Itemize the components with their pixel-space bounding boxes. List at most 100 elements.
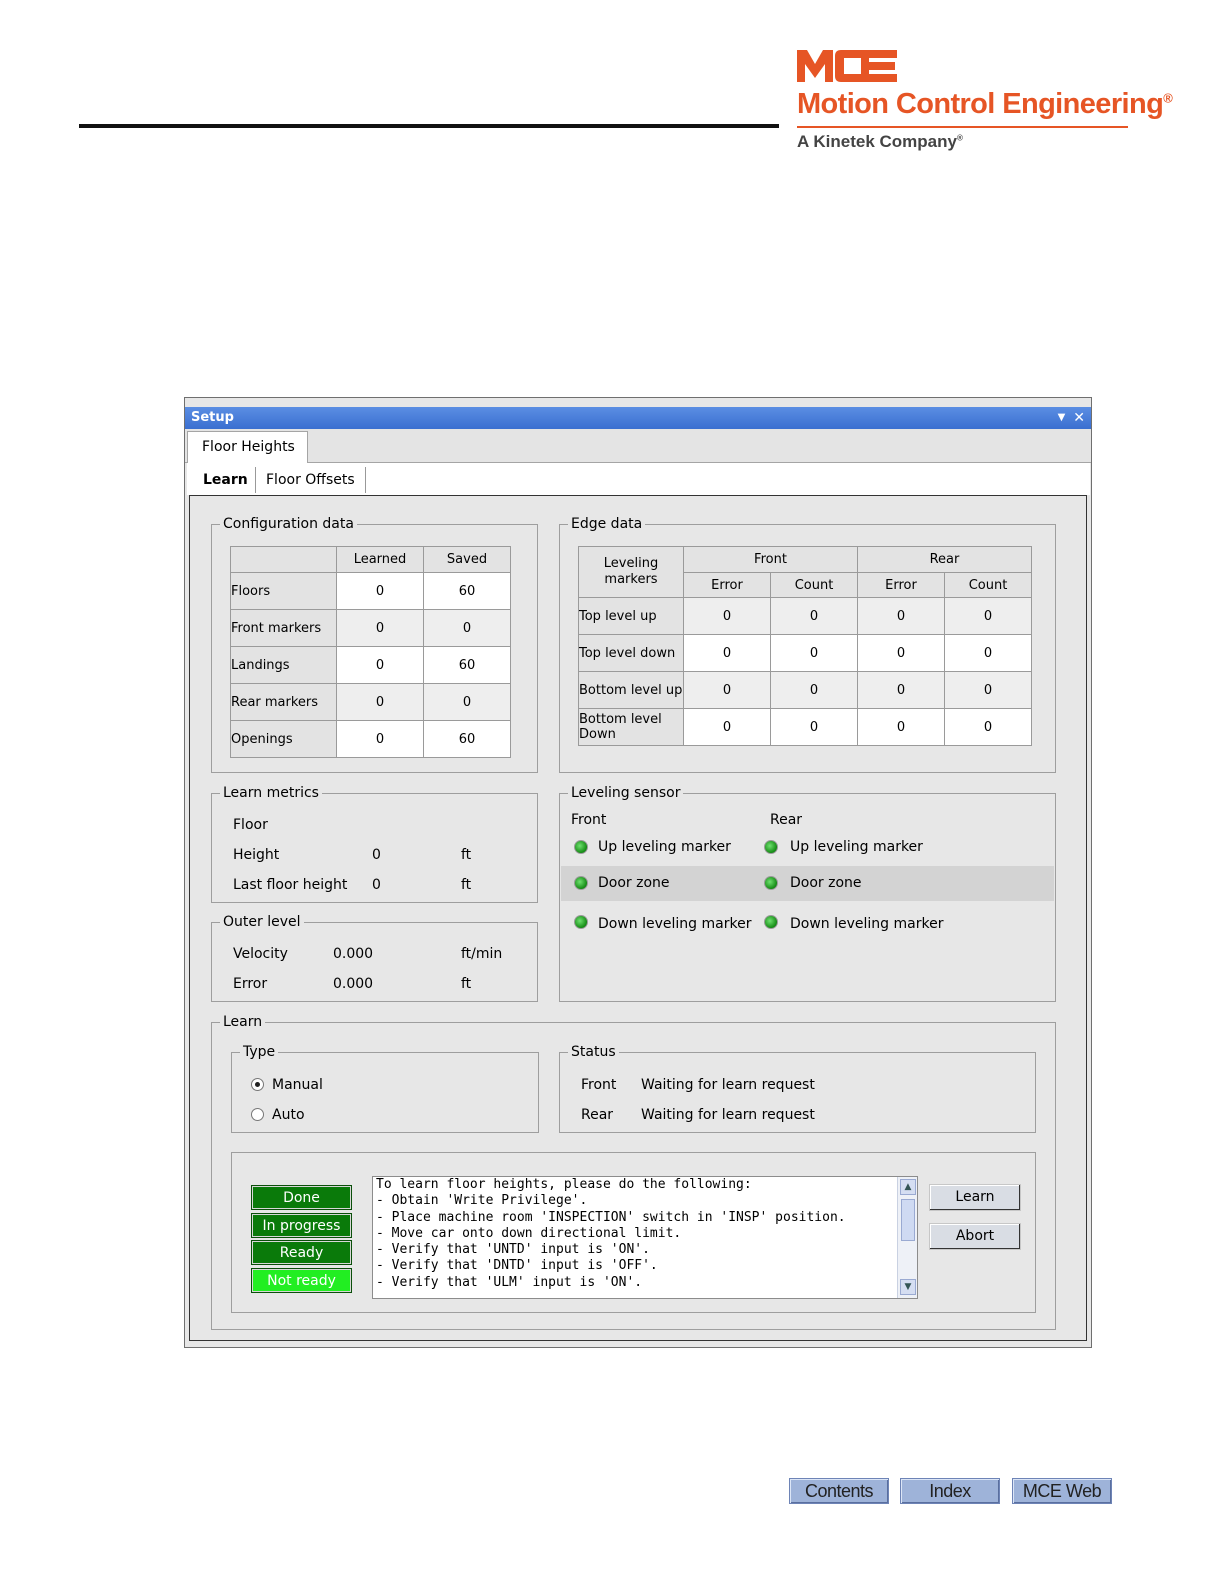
tab-learn[interactable]: Learn bbox=[193, 467, 256, 493]
edge-table: Leveling markers Front Rear Error Count … bbox=[578, 546, 1032, 746]
edge-cell: 0 bbox=[857, 597, 945, 635]
learn-metrics-title: Learn metrics bbox=[220, 784, 322, 802]
auto-label: Auto bbox=[272, 1107, 305, 1123]
front-door-zone-led-icon bbox=[574, 876, 588, 890]
outer-error-value: 0.000 bbox=[333, 976, 374, 992]
status-rear-value: Waiting for learn request bbox=[641, 1107, 815, 1123]
index-button[interactable]: Index bbox=[900, 1478, 1000, 1504]
status-group: Status Front Waiting for learn request R… bbox=[559, 1043, 1036, 1133]
edge-cell: 0 bbox=[770, 597, 858, 635]
status-title: Status bbox=[568, 1043, 619, 1061]
config-row-label: Floors bbox=[230, 572, 337, 610]
status-rear-label: Rear bbox=[581, 1107, 614, 1123]
edge-row-label: Bottom level Down bbox=[578, 708, 684, 746]
edge-cell: 0 bbox=[857, 708, 945, 746]
edge-cell: 0 bbox=[857, 634, 945, 672]
instruction-line: - Verify that 'DNTD' input is 'OFF'. bbox=[376, 1258, 658, 1274]
rear-door-zone-label: Door zone bbox=[790, 875, 862, 891]
edge-cell: 0 bbox=[683, 597, 771, 635]
mce-web-button[interactable]: MCE Web bbox=[1012, 1478, 1112, 1504]
instruction-line: - Obtain 'Write Privilege'. bbox=[376, 1193, 588, 1209]
instructions-textbox[interactable]: To learn floor heights, please do the fo… bbox=[372, 1176, 918, 1299]
velocity-unit: ft/min bbox=[461, 946, 503, 962]
learn-button[interactable]: Learn bbox=[929, 1184, 1021, 1211]
height-unit: ft bbox=[461, 847, 472, 863]
edge-cell: 0 bbox=[683, 671, 771, 709]
dropdown-icon[interactable]: ▼ bbox=[1058, 407, 1066, 429]
title-bar: Setup ▼ ✕ bbox=[185, 407, 1091, 429]
config-cell: 0 bbox=[336, 720, 424, 758]
config-cell: 0 bbox=[336, 572, 424, 610]
header-rule bbox=[79, 124, 779, 128]
outer-error-label: Error bbox=[233, 976, 268, 992]
rear-up-leveling-label: Up leveling marker bbox=[790, 839, 923, 855]
front-up-leveling-label: Up leveling marker bbox=[598, 839, 731, 855]
last-floor-height-unit: ft bbox=[461, 877, 472, 893]
instructions-scrollbar[interactable]: ▲ ▼ bbox=[897, 1177, 917, 1298]
scroll-down-icon[interactable]: ▼ bbox=[900, 1279, 916, 1295]
scroll-thumb[interactable] bbox=[901, 1199, 915, 1241]
ready-indicator: Ready bbox=[251, 1240, 352, 1265]
contents-button[interactable]: Contents bbox=[789, 1478, 889, 1504]
edge-cell: 0 bbox=[944, 597, 1032, 635]
edge-sub-header: Count bbox=[770, 572, 858, 598]
instruction-line: - Move car onto down directional limit. bbox=[376, 1225, 682, 1241]
type-title: Type bbox=[240, 1043, 279, 1061]
config-cell: 0 bbox=[336, 683, 424, 721]
in-progress-indicator: In progress bbox=[251, 1213, 352, 1238]
rear-door-zone-led-icon bbox=[764, 876, 778, 890]
last-floor-height-label: Last floor height bbox=[233, 877, 348, 893]
edge-cell: 0 bbox=[944, 708, 1032, 746]
last-floor-height-value: 0 bbox=[372, 877, 381, 893]
brand-name: Motion Control Engineering® bbox=[797, 88, 1173, 120]
outer-error-unit: ft bbox=[461, 976, 472, 992]
leveling-sensor-group: Leveling sensor Front Rear Up leveling m… bbox=[559, 784, 1056, 1002]
manual-label: Manual bbox=[272, 1077, 323, 1093]
manual-radio[interactable] bbox=[251, 1078, 264, 1091]
abort-button[interactable]: Abort bbox=[929, 1223, 1021, 1250]
rear-down-leveling-led-icon bbox=[764, 915, 778, 929]
rear-down-leveling-label: Down leveling marker bbox=[790, 916, 944, 932]
tab-floor-heights[interactable]: Floor Heights bbox=[187, 431, 308, 464]
edge-group-rear: Rear bbox=[857, 546, 1032, 573]
outer-level-title: Outer level bbox=[220, 913, 304, 931]
scroll-up-icon[interactable]: ▲ bbox=[900, 1179, 916, 1195]
instruction-line: - Place machine room 'INSPECTION' switch… bbox=[376, 1209, 846, 1225]
edge-row-label: Top level up bbox=[578, 597, 684, 635]
config-row-label: Front markers bbox=[230, 609, 337, 647]
brand-rule bbox=[797, 126, 1128, 128]
instruction-line: - Verify that 'ULM' input is 'ON'. bbox=[376, 1274, 643, 1290]
edge-row-label: Top level down bbox=[578, 634, 684, 672]
config-row-label: Openings bbox=[230, 720, 337, 758]
edge-data-group: Edge data Leveling markers Front Rear Er… bbox=[559, 515, 1056, 773]
velocity-value: 0.000 bbox=[333, 946, 374, 962]
close-icon[interactable]: ✕ bbox=[1073, 407, 1085, 429]
learn-group: Learn Type Manual Auto Status Front Wait… bbox=[211, 1013, 1056, 1330]
window-title: Setup bbox=[191, 410, 234, 425]
config-cell: 60 bbox=[423, 572, 511, 610]
edge-sub-header: Error bbox=[683, 572, 771, 598]
edge-cell: 0 bbox=[683, 708, 771, 746]
tab-floor-offsets[interactable]: Floor Offsets bbox=[256, 467, 366, 493]
velocity-label: Velocity bbox=[233, 946, 288, 962]
configuration-table: Learned Saved Floors 0 60 Front markers … bbox=[230, 546, 511, 758]
status-front-value: Waiting for learn request bbox=[641, 1077, 815, 1093]
sub-tab-strip: Learn Floor Offsets bbox=[187, 463, 1090, 495]
main-tab-strip: Floor Heights bbox=[185, 429, 1091, 464]
sensor-front-label: Front bbox=[571, 812, 607, 828]
config-header-learned: Learned bbox=[336, 546, 424, 573]
learn-panel: Configuration data Learned Saved Floors … bbox=[189, 495, 1087, 1341]
floor-label: Floor bbox=[233, 817, 268, 833]
edge-cell: 0 bbox=[857, 671, 945, 709]
configuration-data-group: Configuration data Learned Saved Floors … bbox=[211, 515, 538, 773]
edge-sub-header: Error bbox=[857, 572, 945, 598]
front-down-leveling-label: Down leveling marker bbox=[598, 916, 752, 932]
auto-radio[interactable] bbox=[251, 1108, 264, 1121]
config-cell: 60 bbox=[423, 720, 511, 758]
config-cell: 60 bbox=[423, 646, 511, 684]
edge-row-label: Bottom level up bbox=[578, 671, 684, 709]
edge-cell: 0 bbox=[683, 634, 771, 672]
edge-cell: 0 bbox=[770, 708, 858, 746]
type-group: Type Manual Auto bbox=[231, 1043, 539, 1133]
instruction-line: To learn floor heights, please do the fo… bbox=[376, 1177, 752, 1192]
